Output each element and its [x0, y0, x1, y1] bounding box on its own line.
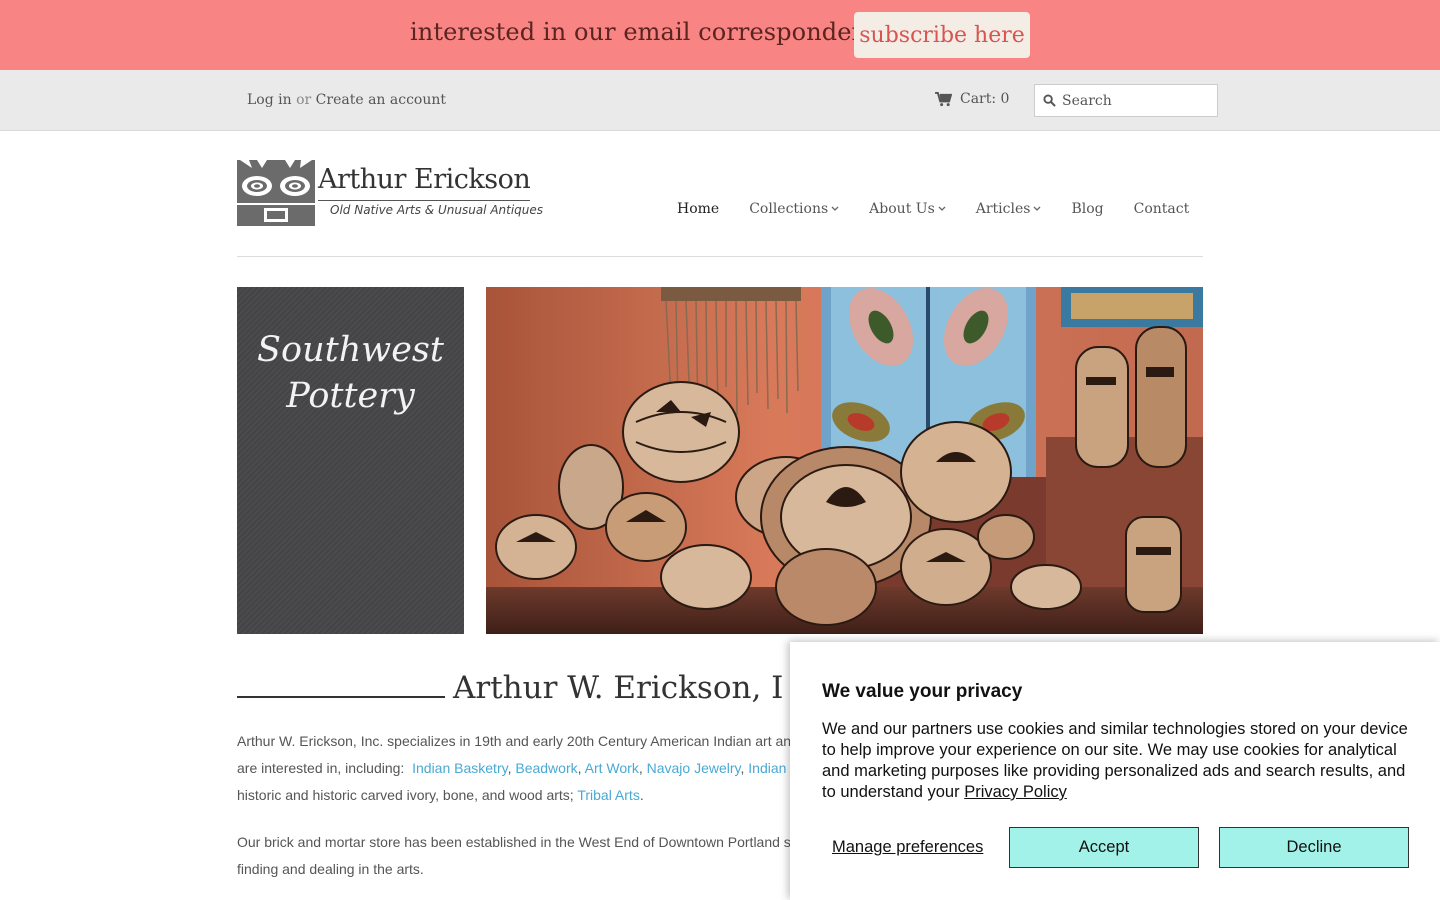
nav-blog[interactable]: Blog: [1071, 201, 1103, 217]
logo-name: Arthur Erickson: [318, 164, 531, 195]
top-bar: Log in or Create an account Cart: 0: [0, 70, 1440, 131]
link-art-work[interactable]: Art Work: [585, 760, 639, 776]
site-logo[interactable]: Arthur Erickson Old Native Arts & Unusua…: [237, 160, 543, 228]
pottery-photo: [486, 287, 1203, 634]
cookie-body: We and our partners use cookies and simi…: [822, 719, 1420, 803]
intro-line2-prefix: are interested in, including:: [237, 760, 405, 776]
login-link[interactable]: Log in: [247, 92, 292, 108]
heading-text: Arthur W. Erickson, I: [453, 670, 784, 706]
chevron-down-icon: [831, 206, 839, 211]
nav-label: Articles: [975, 201, 1031, 217]
intro-line3: historic and historic carved ivory, bone…: [237, 787, 644, 803]
manage-preferences-link[interactable]: Manage preferences: [832, 838, 983, 857]
chevron-down-icon: [1033, 206, 1041, 211]
hero-title-line1: Southwest: [257, 330, 444, 370]
hero-panel-title: Southwest Pottery: [237, 327, 464, 419]
main-nav: Home Collections About Us Articles Blog …: [677, 201, 1189, 217]
nav-label: Collections: [749, 201, 829, 217]
search-box[interactable]: [1034, 84, 1218, 117]
hero-pottery-image[interactable]: [486, 287, 1203, 634]
store-line1: Our brick and mortar store has been esta…: [237, 834, 791, 850]
search-input[interactable]: [1062, 92, 1212, 109]
link-indian[interactable]: Indian: [748, 760, 786, 776]
nav-label: Home: [677, 201, 720, 217]
hero-title-line2: Pottery: [286, 376, 415, 416]
promo-text: interested in our email correspondence?: [410, 18, 908, 46]
link-navajo-jewelry[interactable]: Navajo Jewelry: [647, 760, 741, 776]
nav-about-us[interactable]: About Us: [869, 201, 946, 217]
nav-label: About Us: [869, 201, 935, 217]
link-beadwork[interactable]: Beadwork: [515, 760, 577, 776]
accept-button[interactable]: Accept: [1009, 827, 1199, 868]
search-icon: [1043, 94, 1056, 107]
cookie-title: We value your privacy: [822, 681, 1023, 702]
cart-link[interactable]: Cart: 0: [935, 91, 1009, 107]
intro-line2: are interested in, including: Indian Bas…: [237, 760, 787, 776]
subscribe-button[interactable]: subscribe here: [854, 12, 1030, 58]
decline-button[interactable]: Decline: [1219, 827, 1409, 868]
page-heading: Arthur W. Erickson, I: [237, 670, 783, 706]
hero-category-panel[interactable]: Southwest Pottery: [237, 287, 464, 634]
intro-line1: Arthur W. Erickson, Inc. specializes in …: [237, 733, 792, 749]
privacy-policy-link[interactable]: Privacy Policy: [964, 783, 1067, 801]
heading-underline: [237, 696, 445, 698]
cookie-body-text: We and our partners use cookies and simi…: [822, 720, 1408, 801]
nav-home[interactable]: Home: [677, 201, 719, 217]
logo-mask-icon: [237, 160, 315, 226]
store-paragraph: Our brick and mortar store has been esta…: [237, 829, 797, 883]
header-divider: [237, 256, 1203, 257]
nav-label: Contact: [1133, 201, 1190, 217]
nav-collections[interactable]: Collections: [749, 201, 839, 217]
nav-articles[interactable]: Articles: [976, 201, 1042, 217]
intro-line3-prefix: historic and historic carved ivory, bone…: [237, 787, 574, 803]
create-account-link[interactable]: Create an account: [316, 92, 446, 108]
link-tribal-arts[interactable]: Tribal Arts: [577, 787, 640, 803]
promo-bar: interested in our email correspondence? …: [0, 0, 1440, 70]
store-line2: finding and dealing in the arts.: [237, 861, 424, 877]
logo-tagline: Old Native Arts & Unusual Antiques: [330, 203, 544, 217]
intro-paragraph: Arthur W. Erickson, Inc. specializes in …: [237, 728, 797, 809]
chevron-down-icon: [938, 206, 946, 211]
account-links: Log in or Create an account: [247, 92, 446, 108]
nav-label: Blog: [1071, 201, 1104, 217]
logo-divider: [318, 200, 530, 201]
cart-icon: [935, 91, 952, 106]
cart-label: Cart: 0: [960, 91, 1010, 107]
cookie-consent-banner: We value your privacy We and our partner…: [790, 642, 1440, 900]
link-indian-basketry[interactable]: Indian Basketry: [412, 760, 507, 776]
nav-contact[interactable]: Contact: [1134, 201, 1190, 217]
or-text: or: [296, 92, 312, 108]
